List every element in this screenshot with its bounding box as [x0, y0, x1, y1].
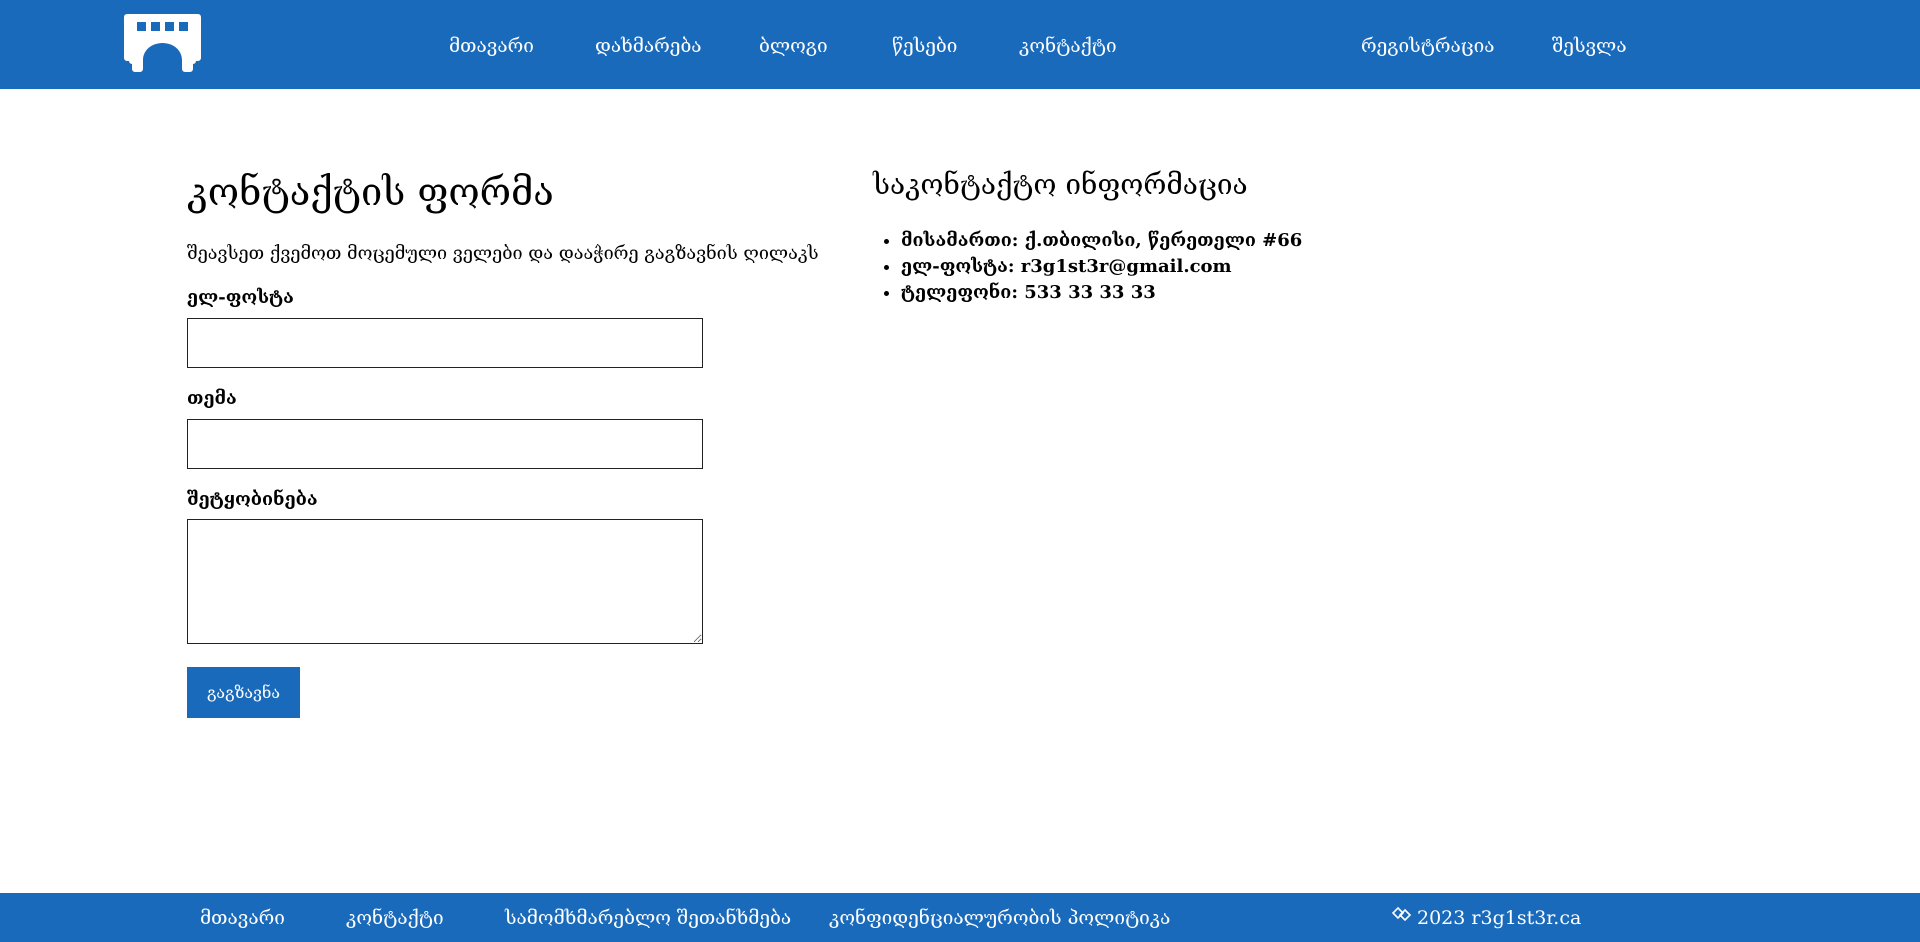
nav-home[interactable]: მთავარი: [449, 34, 534, 58]
site-footer: მთავარი კონტაქტი სამომხმარებლო შეთანხმებ…: [0, 893, 1920, 942]
email-label: ელ-ფოსტა: [187, 287, 294, 308]
message-textarea[interactable]: [187, 519, 703, 644]
footer-link-terms[interactable]: სამომხმარებლო შეთანხმება: [505, 906, 791, 930]
contact-info-title: საკონტაქტო ინფორმაცია: [873, 168, 1248, 201]
footer-link-home[interactable]: მთავარი: [200, 906, 285, 930]
subject-label: თემა: [187, 388, 237, 409]
login-link[interactable]: შესვლა: [1552, 34, 1627, 58]
copyright-text: 2023 r3g1st3r.ca: [1417, 907, 1582, 929]
site-header: მთავარი დახმარება ბლოგი წესები კონტაქტი …: [0, 0, 1920, 89]
footer-link-contact[interactable]: კონტაქტი: [346, 906, 444, 930]
address-item: მისამართი: ქ.თბილისი, წერეთელი #66: [901, 228, 1302, 254]
contact-info-list: მისამართი: ქ.თბილისი, წერეთელი #66 ელ-ფო…: [873, 228, 1302, 306]
footer-link-privacy[interactable]: კონფიდენციალურობის პოლიტიკა: [829, 906, 1170, 930]
bridge-icon[interactable]: [124, 14, 201, 72]
message-label: შეტყობინება: [187, 489, 318, 510]
contact-form-description: შეავსეთ ქვემოთ მოცემული ველები და დააჭირ…: [187, 243, 819, 264]
copyright: 2023 r3g1st3r.ca: [1391, 906, 1581, 930]
nav-blog[interactable]: ბლოგი: [759, 34, 828, 58]
subject-field[interactable]: [187, 419, 703, 469]
nav-rules[interactable]: წესები: [892, 34, 957, 58]
contact-form-title: კონტაქტის ფორმა: [187, 170, 554, 214]
nav-help[interactable]: დახმარება: [595, 34, 702, 58]
diamond-icon: [1391, 906, 1413, 924]
phone-item: ტელეფონი: 533 33 33 33: [901, 280, 1302, 306]
email-field[interactable]: [187, 318, 703, 368]
register-link[interactable]: რეგისტრაცია: [1361, 34, 1495, 58]
send-button[interactable]: გაგზავნა: [187, 667, 300, 718]
nav-contact[interactable]: კონტაქტი: [1019, 34, 1117, 58]
email-item: ელ-ფოსტა: r3g1st3r@gmail.com: [901, 254, 1302, 280]
